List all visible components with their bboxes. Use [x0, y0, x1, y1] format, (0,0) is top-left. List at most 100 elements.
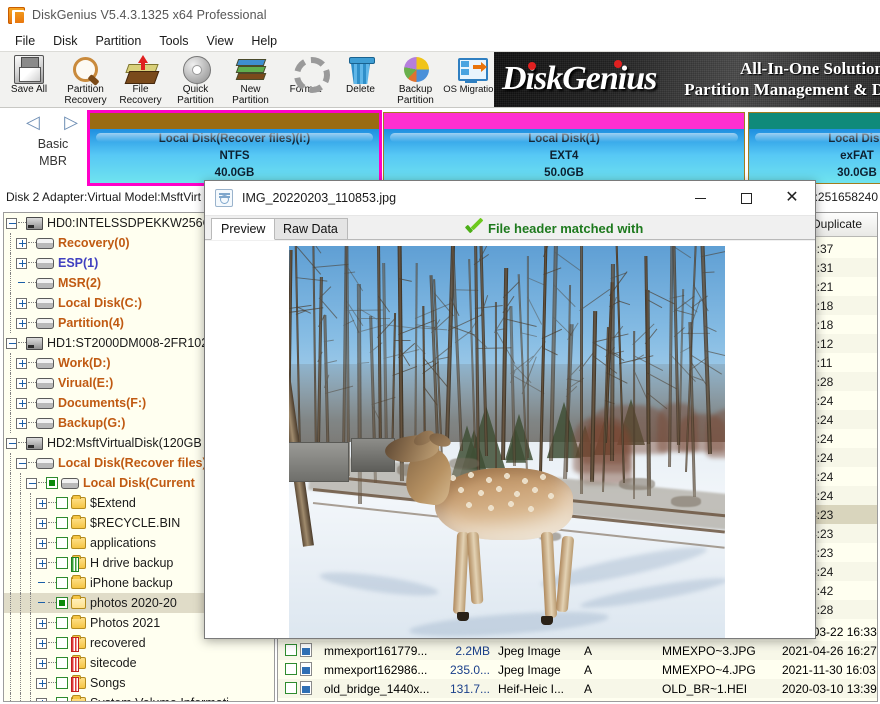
tree-checkbox[interactable] [56, 597, 68, 609]
format-button[interactable]: Format [278, 52, 333, 107]
tree-toggle-plus-icon[interactable] [16, 238, 27, 249]
tree-toggle-minus-icon[interactable] [16, 458, 27, 469]
tree-toggle-plus-icon[interactable] [16, 418, 27, 429]
hdd-icon [26, 437, 43, 450]
file-short-cell: MMEXPO~3.JPG [658, 644, 778, 658]
tree-connector [28, 353, 36, 373]
file-list-row[interactable]: old_bridge_1440x...131.7...Heif-Heic I..… [278, 679, 877, 698]
tree-indent-guide [6, 553, 16, 573]
backup-partition-button[interactable]: Backup Partition [388, 52, 443, 107]
folder-icon [71, 497, 86, 509]
quick-partition-button[interactable]: Quick Partition [168, 52, 223, 107]
menu-partition[interactable]: Partition [86, 32, 150, 50]
tree-connector [28, 373, 36, 393]
tree-toggle-minus-icon[interactable] [6, 438, 17, 449]
menu-tools[interactable]: Tools [150, 32, 197, 50]
menu-file[interactable]: File [6, 32, 44, 50]
partition-icon [61, 478, 79, 489]
partition-block-i[interactable]: Local Disk(Recover files)(I:) NTFS 40.0G… [89, 112, 380, 184]
tree-toggle-minus-icon[interactable] [6, 218, 17, 229]
nav-next-icon[interactable]: ▷ [64, 113, 78, 131]
jpeg-file-icon [300, 662, 312, 676]
tree-node[interactable]: sitecode [4, 653, 274, 673]
save-all-button[interactable]: Save All [0, 52, 58, 107]
new-partition-button[interactable]: New Partition [223, 52, 278, 107]
tree-checkbox[interactable] [46, 477, 58, 489]
tree-toggle-minus-icon[interactable] [6, 338, 17, 349]
folder-icon [71, 697, 86, 702]
menu-view[interactable]: View [198, 32, 243, 50]
file-list-row[interactable]: mmexport161779...2.2MBJpeg ImageAMMEXPO~… [278, 641, 877, 660]
minimize-button[interactable] [677, 181, 723, 215]
tree-toggle-plus-icon[interactable] [16, 258, 27, 269]
tree-toggle-minus-icon[interactable] [26, 478, 37, 489]
disc-icon [181, 55, 211, 84]
tree-connector [48, 613, 56, 633]
close-button[interactable]: ✕ [769, 181, 815, 215]
tree-checkbox[interactable] [56, 697, 68, 702]
tree-connector [48, 513, 56, 533]
tab-raw-data[interactable]: Raw Data [273, 218, 348, 240]
tree-indent-guide [6, 593, 16, 613]
tree-node[interactable]: System Volume Informati [4, 693, 274, 702]
menu-disk[interactable]: Disk [44, 32, 86, 50]
menu-help[interactable]: Help [242, 32, 286, 50]
tree-toggle-plus-icon[interactable] [36, 678, 47, 689]
deer-leg-rear2 [556, 536, 575, 613]
tree-indent-guide [6, 453, 16, 473]
tree-checkbox[interactable] [56, 557, 68, 569]
tree-toggle-plus-icon[interactable] [16, 358, 27, 369]
partition-recovery-button[interactable]: Partition Recovery [58, 52, 113, 107]
file-recovery-button[interactable]: File Recovery [113, 52, 168, 107]
file-row-checkbox[interactable] [285, 644, 297, 656]
tree-node[interactable]: Songs [4, 673, 274, 693]
tree-connector [48, 573, 56, 593]
tree-connector [48, 553, 56, 573]
tree-node-label: Documents(F:) [58, 396, 146, 410]
tree-connector [48, 673, 56, 693]
maximize-button[interactable] [723, 181, 769, 215]
tree-indent-guide [16, 653, 26, 673]
tree-toggle-plus-icon[interactable] [36, 618, 47, 629]
tree-connector [48, 533, 56, 553]
tree-checkbox[interactable] [56, 537, 68, 549]
column-header-duplicate[interactable]: Duplicate [806, 213, 878, 236]
tree-checkbox[interactable] [56, 577, 68, 589]
tree-checkbox[interactable] [56, 617, 68, 629]
partition-cap-2 [749, 113, 880, 129]
tab-preview[interactable]: Preview [211, 218, 275, 240]
tree-toggle-plus-icon[interactable] [36, 698, 47, 703]
file-row-checkbox[interactable] [285, 682, 297, 694]
tree-toggle-plus-icon[interactable] [16, 298, 27, 309]
file-list-row[interactable]: mmexport162986...235.0...Jpeg ImageAMMEX… [278, 660, 877, 679]
tree-indent-guide [16, 693, 26, 702]
partition-block-1[interactable]: Local Disk(1) EXT4 50.0GB [383, 112, 745, 184]
tree-checkbox[interactable] [56, 637, 68, 649]
tree-indent-guide [6, 373, 16, 393]
file-row-checkbox[interactable] [285, 663, 297, 675]
disk-sectors-text: s:251658240 [809, 190, 878, 204]
delete-button[interactable]: Delete [333, 52, 388, 107]
tree-checkbox[interactable] [56, 497, 68, 509]
os-migration-label: OS Migration [443, 85, 499, 96]
tree-toggle-plus-icon[interactable] [16, 378, 27, 389]
tree-toggle-plus-icon[interactable] [36, 638, 47, 649]
tree-indent-guide [6, 613, 16, 633]
tree-checkbox[interactable] [56, 517, 68, 529]
tree-toggle-plus-icon[interactable] [16, 318, 27, 329]
tree-toggle-plus-icon[interactable] [36, 498, 47, 509]
nav-prev-icon[interactable]: ◁ [26, 113, 40, 131]
partition-icon [36, 358, 54, 369]
tree-checkbox[interactable] [56, 677, 68, 689]
partition-block-2[interactable]: Local Disk exFAT 30.0GB [748, 112, 880, 184]
file-preview-icon [215, 189, 233, 207]
os-migration-button[interactable]: OS Migration [443, 52, 499, 107]
tree-toggle-plus-icon[interactable] [36, 658, 47, 669]
tree-toggle-plus-icon[interactable] [16, 398, 27, 409]
tree-checkbox[interactable] [56, 657, 68, 669]
tree-toggle-plus-icon[interactable] [36, 538, 47, 549]
promo-banner: DiskGenius All-In-One Solution Partition… [494, 52, 880, 107]
tree-toggle-plus-icon[interactable] [36, 558, 47, 569]
tree-toggle-plus-icon[interactable] [36, 518, 47, 529]
file-preview-dialog[interactable]: IMG_20220203_110853.jpg ✕ Preview Raw Da… [204, 180, 816, 639]
